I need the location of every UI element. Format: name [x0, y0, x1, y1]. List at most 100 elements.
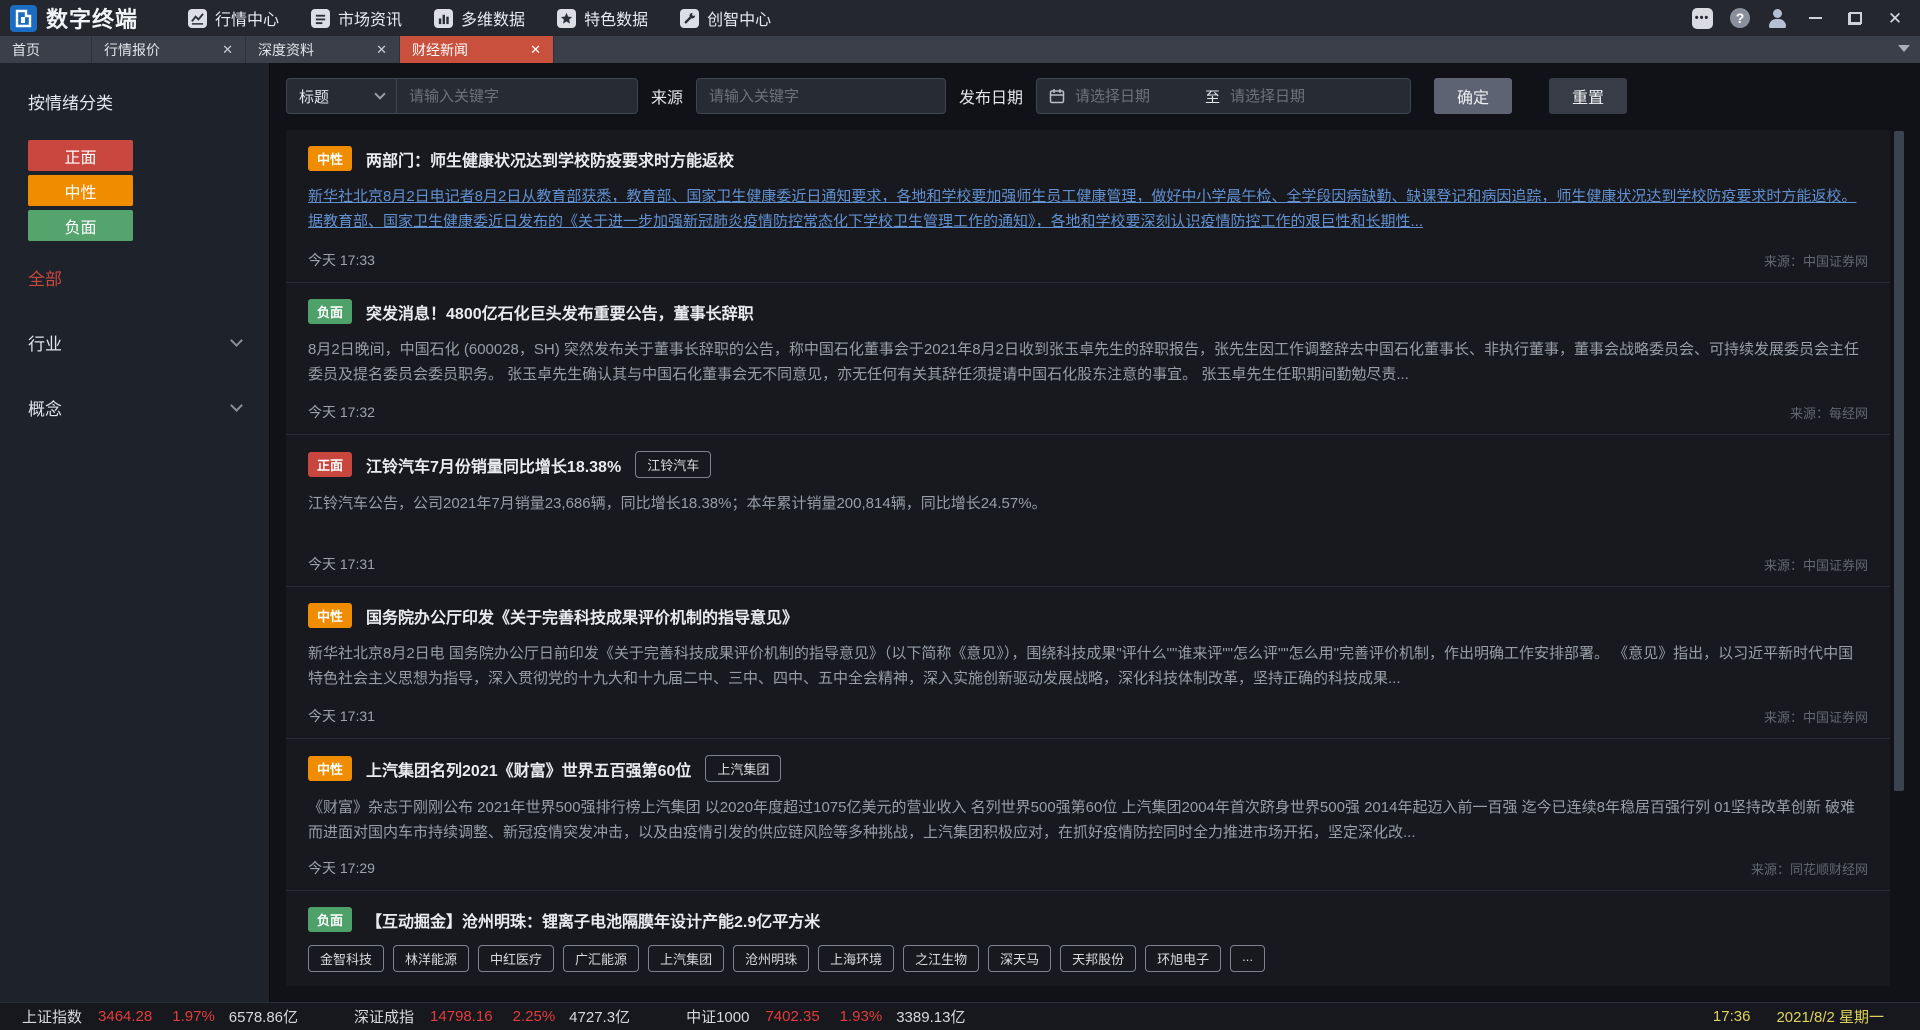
tab-financial-news[interactable]: 财经新闻 ✕ [400, 36, 554, 63]
news-body: 新华社北京8月2日电 国务院办公厅日前印发《关于完善科技成果评价机制的指导意见》… [308, 641, 1868, 691]
news-item[interactable]: 负面 【互动掘金】沧州明珠：锂离子电池隔膜年设计产能2.9亿平方米 金智科技 林… [286, 890, 1890, 986]
menu-item-label: 创智中心 [707, 6, 771, 30]
menu-item-featured-data[interactable]: 特色数据 [541, 0, 664, 36]
reset-button[interactable]: 重置 [1549, 78, 1627, 114]
sentiment-filter-neutral[interactable]: 中性 [28, 175, 133, 206]
sentiment-filter-positive[interactable]: 正面 [28, 140, 133, 171]
stock-tag[interactable]: 林洋能源 [393, 945, 469, 972]
menu-item-market-center[interactable]: 行情中心 [172, 0, 295, 36]
news-title[interactable]: 国务院办公厅印发《关于完善科技成果评价机制的指导意见》 [366, 604, 798, 628]
menu-item-multidim-data[interactable]: 多维数据 [418, 0, 541, 36]
close-button[interactable]: ✕ [1880, 3, 1910, 33]
index-shanghai-composite[interactable]: 上证指数 3464.28 1.97% 6578.86亿 [22, 1006, 298, 1027]
minimize-button[interactable] [1800, 3, 1830, 33]
news-time: 今天 17:31 [308, 554, 375, 574]
confirm-button[interactable]: 确定 [1434, 78, 1512, 114]
stock-tag[interactable]: 中红医疗 [478, 945, 554, 972]
index-shenzhen-component[interactable]: 深证成指 14798.16 2.25% 4727.3亿 [354, 1006, 630, 1027]
sidebar-section-industry[interactable]: 行业 [28, 330, 241, 355]
publish-date-label: 发布日期 [959, 84, 1023, 108]
sidebar-section-concept[interactable]: 概念 [28, 395, 241, 420]
stock-tag[interactable]: 江铃汽车 [635, 451, 711, 478]
stock-tag[interactable]: 上海环境 [818, 945, 894, 972]
source-input[interactable] [697, 79, 945, 113]
index-turnover: 6578.86亿 [229, 1006, 298, 1027]
help-button[interactable]: ? [1728, 6, 1752, 30]
tab-label: 首页 [12, 40, 40, 60]
stock-tag[interactable]: 之江生物 [903, 945, 979, 972]
date-end-input[interactable] [1230, 88, 1350, 105]
sentiment-filter-all[interactable]: 全部 [28, 265, 241, 290]
index-value: 7402.35 [765, 1008, 819, 1025]
bar-chart-icon [434, 9, 453, 28]
news-item[interactable]: 中性 国务院办公厅印发《关于完善科技成果评价机制的指导意见》 新华社北京8月2日… [286, 586, 1890, 738]
menu-item-label: 市场资讯 [338, 6, 402, 30]
tab-label: 深度资料 [258, 40, 314, 60]
help-icon: ? [1730, 8, 1750, 28]
sentiment-badge: 负面 [308, 299, 352, 324]
news-item[interactable]: 正面 江铃汽车7月份销量同比增长18.38% 江铃汽车 江铃汽车公告，公司202… [286, 434, 1890, 586]
index-csi1000[interactable]: 中证1000 7402.35 1.93% 3389.13亿 [686, 1006, 965, 1027]
keyword-input[interactable] [397, 79, 637, 113]
chevron-down-icon [374, 88, 385, 99]
stock-tag[interactable]: 深天马 [988, 945, 1051, 972]
scrollbar-track[interactable] [1894, 131, 1904, 1002]
status-clock: 17:36 [1713, 1008, 1751, 1025]
tab-quotes[interactable]: 行情报价 ✕ [92, 36, 246, 63]
user-account-button[interactable] [1766, 6, 1790, 30]
app-title: 数字终端 [46, 2, 138, 34]
news-source: 来源：每经网 [1790, 403, 1868, 422]
stock-tag[interactable]: 天邦股份 [1060, 945, 1136, 972]
news-title[interactable]: 【互动掘金】沧州明珠：锂离子电池隔膜年设计产能2.9亿平方米 [366, 908, 820, 932]
content-area: 按情绪分类 正面 中性 负面 全部 行业 概念 标题 [0, 63, 1920, 1002]
date-start-input[interactable] [1075, 88, 1195, 105]
stock-tags-row: 金智科技 林洋能源 中红医疗 广汇能源 上汽集团 沧州明珠 上海环境 之江生物 … [308, 945, 1868, 972]
stock-tag[interactable]: 沧州明珠 [733, 945, 809, 972]
index-value: 14798.16 [430, 1008, 493, 1025]
tab-close-icon[interactable]: ✕ [530, 42, 541, 58]
date-range-picker[interactable]: 至 [1036, 78, 1411, 114]
tab-overflow-chevron-icon[interactable] [1898, 45, 1910, 52]
menu-item-label: 行情中心 [215, 6, 279, 30]
news-title[interactable]: 两部门：师生健康状况达到学校防疫要求时方能返校 [366, 147, 734, 171]
app-window: 数字终端 行情中心 市场资讯 多维数据 特色数据 [0, 0, 1920, 1030]
stock-tag[interactable]: 上汽集团 [705, 755, 781, 782]
menu-item-ai-center[interactable]: 创智中心 [664, 0, 787, 36]
stock-tag[interactable]: 金智科技 [308, 945, 384, 972]
news-item[interactable]: 负面 突发消息！4800亿石化巨头发布重要公告，董事长辞职 8月2日晚间，中国石… [286, 282, 1890, 434]
news-body: 《财富》杂志于刚刚公布 2021年世界500强排行榜上汽集团 以2020年度超过… [308, 795, 1868, 845]
news-time: 今天 17:29 [308, 858, 375, 878]
menu-item-label: 特色数据 [584, 6, 648, 30]
sidebar-heading: 按情绪分类 [28, 89, 241, 114]
news-time: 今天 17:33 [308, 250, 375, 270]
stock-tag[interactable]: 环旭电子 [1145, 945, 1221, 972]
news-item[interactable]: 中性 两部门：师生健康状况达到学校防疫要求时方能返校 新华社北京8月2日电记者8… [286, 130, 1890, 282]
restore-button[interactable] [1840, 3, 1870, 33]
feedback-button[interactable]: ••• [1690, 6, 1714, 30]
news-title[interactable]: 江铃汽车7月份销量同比增长18.38% [366, 453, 621, 477]
sentiment-badge: 中性 [308, 756, 352, 781]
tab-close-icon[interactable]: ✕ [222, 42, 233, 58]
index-turnover: 4727.3亿 [569, 1006, 630, 1027]
news-source: 来源：中国证券网 [1764, 251, 1868, 270]
scrollbar-thumb[interactable] [1894, 131, 1904, 791]
news-title[interactable]: 上汽集团名列2021《财富》世界五百强第60位 [366, 757, 691, 781]
tab-close-icon[interactable]: ✕ [376, 42, 387, 58]
menu-item-market-news[interactable]: 市场资讯 [295, 0, 418, 36]
stock-tag[interactable]: 上汽集团 [648, 945, 724, 972]
news-body-link[interactable]: 新华社北京8月2日电记者8月2日从教育部获悉，教育部、国家卫生健康委近日通知要求… [308, 184, 1868, 234]
search-field-select[interactable]: 标题 [287, 79, 397, 113]
sentiment-filter-negative[interactable]: 负面 [28, 210, 133, 241]
sidebar-section-label: 概念 [28, 395, 62, 420]
stock-tags-more[interactable]: ... [1230, 945, 1265, 972]
stock-tag[interactable]: 广汇能源 [563, 945, 639, 972]
news-item[interactable]: 中性 上汽集团名列2021《财富》世界五百强第60位 上汽集团 《财富》杂志于刚… [286, 738, 1890, 890]
tab-home[interactable]: 首页 [0, 36, 92, 63]
menu-item-label: 多维数据 [461, 6, 525, 30]
news-title[interactable]: 突发消息！4800亿石化巨头发布重要公告，董事长辞职 [366, 300, 754, 324]
status-date: 2021/8/2 星期一 [1776, 1006, 1884, 1027]
index-change: 1.93% [840, 1008, 883, 1025]
tab-depth-info[interactable]: 深度资料 ✕ [246, 36, 400, 63]
keyword-filter-group: 标题 [286, 78, 638, 114]
date-range-to-label: 至 [1205, 86, 1220, 107]
